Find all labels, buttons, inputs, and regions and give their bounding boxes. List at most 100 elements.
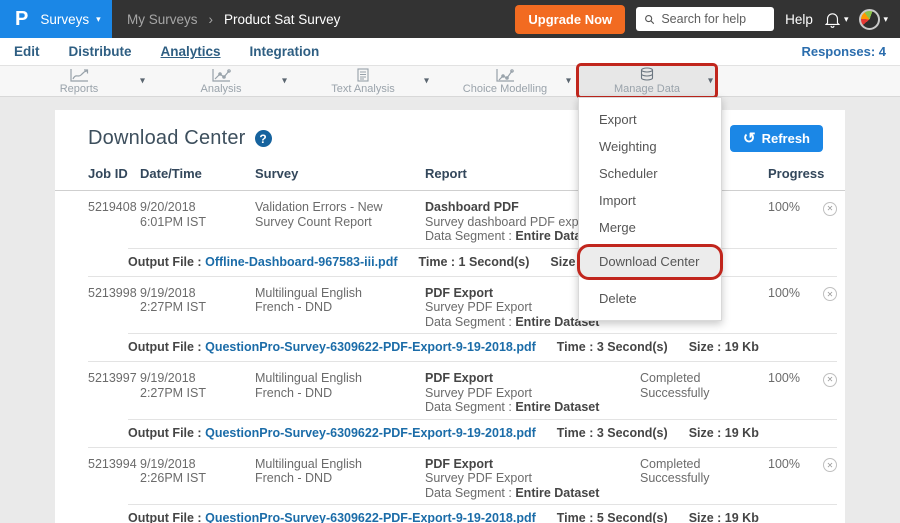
output-file-link[interactable]: QuestionPro-Survey-6309622-PDF-Export-9-… <box>205 511 536 523</box>
surveys-product-menu[interactable]: P Surveys ▾ <box>0 0 112 38</box>
help-link[interactable]: Help <box>785 12 813 27</box>
refresh-icon: ↺ <box>743 131 756 146</box>
toolbar-label: Reports <box>60 83 99 95</box>
analytics-toolbar: Reports ▾ Analysis ▾ Text Analysis ▾ Cho… <box>0 65 900 97</box>
job-report: PDF Export Survey PDF Export Data Segmen… <box>425 457 640 501</box>
menu-item-scheduler[interactable]: Scheduler <box>579 160 721 187</box>
job-survey: Validation Errors - New Survey Count Rep… <box>255 200 425 229</box>
toolbar-label: Analysis <box>201 83 242 95</box>
search-input[interactable] <box>661 12 766 26</box>
help-search-box <box>636 7 774 31</box>
table-row: 5213994 9/19/2018 2:26PM IST Multilingua… <box>55 448 845 523</box>
job-time: Time : 3 Second(s) <box>557 340 668 354</box>
job-size: Size : 19 Kb <box>689 511 759 523</box>
output-file-link[interactable]: QuestionPro-Survey-6309622-PDF-Export-9-… <box>205 340 536 354</box>
cancel-job-icon[interactable]: ✕ <box>823 202 837 216</box>
menu-item-download-center[interactable]: Download Center <box>579 247 721 277</box>
table-row: 5213997 9/19/2018 2:27PM IST Multilingua… <box>55 362 845 448</box>
chevron-down-icon[interactable]: ▾ <box>140 76 145 87</box>
cancel-job-icon[interactable]: ✕ <box>823 287 837 301</box>
column-job-id: Job ID <box>88 166 140 181</box>
job-time: Time : 5 Second(s) <box>557 511 668 523</box>
refresh-label: Refresh <box>762 131 810 146</box>
job-output-row: Output File : Offline-Dashboard-967583-i… <box>128 248 837 276</box>
menu-item-delete[interactable]: Delete <box>579 285 721 312</box>
job-output-row: Output File : QuestionPro-Survey-6309622… <box>128 504 837 523</box>
toolbar-analysis-button[interactable]: Analysis ▾ <box>150 66 292 96</box>
chevron-down-icon: ▾ <box>96 15 101 24</box>
manage-data-menu: Export Weighting Scheduler Import Merge … <box>578 97 722 321</box>
cancel-job-icon[interactable]: ✕ <box>823 373 837 387</box>
output-file-link[interactable]: QuestionPro-Survey-6309622-PDF-Export-9-… <box>205 426 536 440</box>
menu-item-export[interactable]: Export <box>579 106 721 133</box>
job-id: 5213997 <box>88 371 140 386</box>
document-icon <box>356 68 370 82</box>
column-survey: Survey <box>255 166 425 181</box>
job-size: Size : 19 Kb <box>689 340 759 354</box>
account-menu-button[interactable]: ▾ <box>859 9 888 30</box>
search-icon <box>644 13 655 26</box>
table-row: 5213998 9/19/2018 2:27PM IST Multilingua… <box>55 277 845 363</box>
tab-integration[interactable]: Integration <box>250 44 320 59</box>
menu-item-weighting[interactable]: Weighting <box>579 133 721 160</box>
job-survey: Multilingual English French - DND <box>255 457 425 486</box>
job-progress: 100% <box>768 200 823 215</box>
chevron-down-icon[interactable]: ▾ <box>566 76 571 87</box>
job-date: 9/19/2018 2:27PM IST <box>140 286 255 315</box>
job-date: 9/19/2018 2:26PM IST <box>140 457 255 486</box>
upgrade-now-button[interactable]: Upgrade Now <box>515 5 625 34</box>
table-header: Job ID Date/Time Survey Report Progress <box>55 161 845 191</box>
job-survey: Multilingual English French - DND <box>255 371 425 400</box>
tab-distribute[interactable]: Distribute <box>69 44 132 59</box>
database-icon <box>639 67 655 82</box>
job-survey: Multilingual English French - DND <box>255 286 425 315</box>
chevron-down-icon[interactable]: ▾ <box>424 76 429 87</box>
line-chart-icon <box>69 68 89 82</box>
tab-analytics[interactable]: Analytics <box>161 44 221 59</box>
questionpro-logo: P <box>15 8 28 31</box>
tab-edit[interactable]: Edit <box>14 44 40 59</box>
toolbar-label: Manage Data <box>614 83 680 95</box>
cancel-job-icon[interactable]: ✕ <box>823 458 837 472</box>
bell-icon <box>824 11 841 28</box>
job-time: Time : 3 Second(s) <box>557 426 668 440</box>
refresh-button[interactable]: ↺ Refresh <box>730 125 823 152</box>
toolbar-manage-data-button[interactable]: Manage Data ▾ <box>576 66 718 96</box>
help-badge-icon[interactable]: ? <box>255 130 272 147</box>
job-report: PDF Export Survey PDF Export Data Segmen… <box>425 371 640 415</box>
breadcrumb: My Surveys › Product Sat Survey <box>127 12 340 27</box>
table-row: 5219408 9/20/2018 6:01PM IST Validation … <box>55 191 845 277</box>
toolbar-choice-modelling-button[interactable]: Choice Modelling ▾ <box>434 66 576 96</box>
survey-nav: Edit Distribute Analytics Integration Re… <box>0 38 900 65</box>
job-date: 9/20/2018 6:01PM IST <box>140 200 255 229</box>
toolbar-reports-button[interactable]: Reports ▾ <box>8 66 150 96</box>
toolbar-label: Text Analysis <box>331 83 395 95</box>
job-id: 5213994 <box>88 457 140 472</box>
job-output-row: Output File : QuestionPro-Survey-6309622… <box>128 419 837 447</box>
menu-item-import[interactable]: Import <box>579 187 721 214</box>
menu-item-merge[interactable]: Merge <box>579 214 721 241</box>
product-menu-label: Surveys <box>40 12 89 27</box>
job-progress: 100% <box>768 371 823 386</box>
toolbar-label: Choice Modelling <box>463 83 547 95</box>
job-size: Size : 19 Kb <box>689 426 759 440</box>
job-id: 5213998 <box>88 286 140 301</box>
toolbar-text-analysis-button[interactable]: Text Analysis ▾ <box>292 66 434 96</box>
output-file-link[interactable]: Offline-Dashboard-967583-iii.pdf <box>205 255 397 269</box>
chevron-down-icon: ▾ <box>883 15 888 24</box>
column-progress: Progress <box>768 166 823 181</box>
page-title: Download Center <box>88 127 246 150</box>
trend-chart-icon <box>495 68 515 82</box>
notifications-button[interactable]: ▾ <box>824 11 849 28</box>
chevron-down-icon: ▾ <box>844 15 849 24</box>
job-date: 9/19/2018 2:27PM IST <box>140 371 255 400</box>
avatar <box>859 9 880 30</box>
topbar-actions: Upgrade Now Help ▾ ▾ <box>515 5 900 34</box>
job-status: Completed Successfully <box>640 371 768 400</box>
job-progress: 100% <box>768 286 823 301</box>
download-center-panel: Download Center ? ↺ Refresh Job ID Date/… <box>55 110 845 523</box>
chevron-down-icon[interactable]: ▾ <box>708 76 713 87</box>
job-id: 5219408 <box>88 200 140 215</box>
breadcrumb-my-surveys[interactable]: My Surveys <box>127 12 198 27</box>
chevron-down-icon[interactable]: ▾ <box>282 76 287 87</box>
